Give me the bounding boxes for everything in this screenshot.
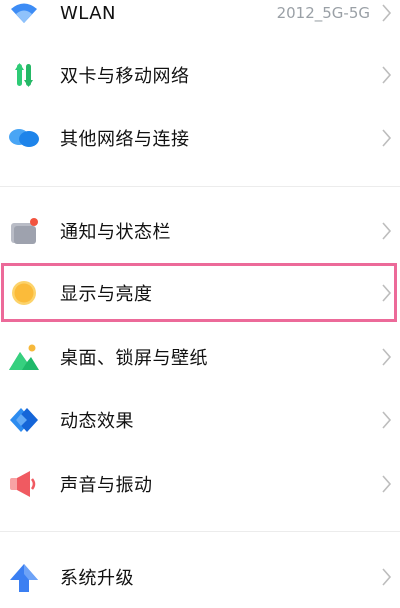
- settings-item-effects[interactable]: 动态效果: [0, 389, 400, 451]
- section-divider: [0, 531, 400, 532]
- wlan-network-name: 2012_5G-5G: [276, 4, 370, 22]
- settings-item-system-update[interactable]: 系统升级: [0, 546, 400, 608]
- sound-icon: [8, 468, 40, 500]
- settings-item-label: 声音与振动: [60, 475, 153, 496]
- settings-item-wallpaper[interactable]: 桌面、锁屏与壁纸: [0, 326, 400, 388]
- section-divider: [0, 186, 400, 187]
- chevron-right-icon: [380, 64, 394, 86]
- settings-item-wlan[interactable]: WLAN 2012_5G-5G: [0, 0, 400, 44]
- settings-item-notifications[interactable]: 通知与状态栏: [0, 200, 400, 262]
- wifi-icon: [8, 0, 40, 29]
- notification-icon: [8, 215, 40, 247]
- settings-item-label: 其他网络与连接: [60, 129, 190, 150]
- connection-icon: [8, 122, 40, 154]
- settings-item-other-networks[interactable]: 其他网络与连接: [0, 107, 400, 169]
- chevron-right-icon: [380, 473, 394, 495]
- settings-item-label: 动态效果: [60, 411, 134, 432]
- chevron-right-icon: [380, 127, 394, 149]
- effects-icon: [8, 404, 40, 436]
- settings-item-label: 双卡与移动网络: [60, 66, 190, 87]
- chevron-right-icon: [380, 2, 394, 24]
- wallpaper-icon: [8, 341, 40, 373]
- settings-item-dual-sim[interactable]: 双卡与移动网络: [0, 44, 400, 106]
- settings-item-label: WLAN: [60, 2, 117, 24]
- settings-item-label: 系统升级: [60, 568, 134, 589]
- system-update-icon: [8, 561, 40, 593]
- chevron-right-icon: [380, 346, 394, 368]
- settings-item-label: 桌面、锁屏与壁纸: [60, 348, 208, 369]
- settings-item-sound[interactable]: 声音与振动: [0, 453, 400, 515]
- settings-item-label: 通知与状态栏: [60, 222, 171, 243]
- chevron-right-icon: [380, 409, 394, 431]
- highlight-box: [1, 263, 397, 322]
- chevron-right-icon: [380, 220, 394, 242]
- mobile-network-icon: [8, 59, 40, 91]
